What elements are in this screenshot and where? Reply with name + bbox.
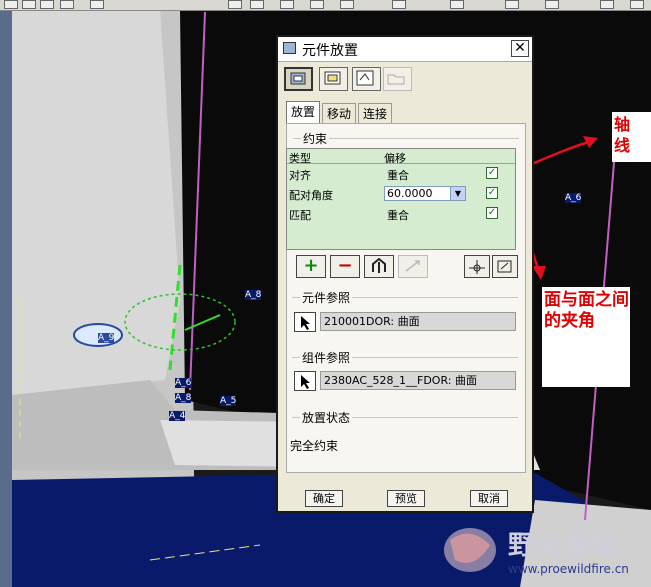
datum-axis-label: A_9 <box>98 333 115 343</box>
swap-icon <box>356 70 374 86</box>
constraint-checkbox[interactable]: ✓ <box>486 167 498 179</box>
folder-icon <box>387 74 405 85</box>
component-ref-field[interactable]: 210001DOR: 曲面 <box>320 312 516 331</box>
dialog-title: 元件放置 <box>302 43 358 59</box>
select-assembly-ref-button[interactable] <box>294 371 316 391</box>
component-ref-title: 元件参照 <box>300 289 353 306</box>
toolbar-button[interactable] <box>340 0 354 9</box>
toolbar-button[interactable] <box>630 0 644 9</box>
toolbar-button[interactable] <box>60 0 74 9</box>
watermark-logo <box>444 528 496 572</box>
constraint-type: 对齐 <box>289 169 311 182</box>
toolbar-button[interactable] <box>90 0 104 9</box>
constraint-view-button[interactable] <box>492 255 518 278</box>
constraint-tool-button[interactable] <box>464 255 490 278</box>
axis-note-text: 轴线 <box>614 115 631 155</box>
constraint-row[interactable]: 对齐 重合 ✓ <box>287 165 515 183</box>
add-constraint-button[interactable]: + <box>296 255 326 278</box>
ok-button[interactable]: 确定 <box>305 490 343 507</box>
mode-button-placement[interactable] <box>284 67 313 91</box>
toolbar-button[interactable] <box>505 0 519 9</box>
cancel-button[interactable]: 取消 <box>470 490 508 507</box>
constraint-table: 类型 偏移 对齐 重合 ✓ 配对角度 60.0000 ▼ ✓ 匹配 重合 ✓ <box>286 148 516 250</box>
toolbar-button[interactable] <box>228 0 242 9</box>
preview-button[interactable]: 预览 <box>387 490 425 507</box>
remove-constraint-button[interactable]: − <box>330 255 360 278</box>
disabled-tool-button <box>398 255 428 278</box>
constraint-row[interactable]: 匹配 重合 ✓ <box>287 205 515 223</box>
close-button[interactable]: ✕ <box>511 40 529 57</box>
mode-button-swap[interactable] <box>352 67 381 91</box>
constraint-offset: 重合 <box>387 209 409 222</box>
plus-icon: + <box>303 255 319 276</box>
assembly-ref-title: 组件参照 <box>300 349 353 366</box>
placement-icon <box>290 72 306 85</box>
toolbar-button[interactable] <box>310 0 324 9</box>
constraint-type: 配对角度 <box>289 189 333 202</box>
toolbar-button[interactable] <box>22 0 36 9</box>
dialog-titlebar[interactable]: 元件放置 ✕ <box>278 37 532 62</box>
constraint-type: 匹配 <box>289 209 311 222</box>
minus-icon: − <box>337 255 353 276</box>
component-placement-dialog: 元件放置 ✕ 放置 移动 连接 约束 类型 偏移 对齐 重合 ✓ 配对角度 60… <box>276 35 534 513</box>
constraint-checkbox[interactable]: ✓ <box>486 187 498 199</box>
chevron-down-icon[interactable]: ▼ <box>450 187 465 200</box>
flip-button[interactable] <box>364 255 394 278</box>
coordinate-icon <box>469 260 485 274</box>
datum-axis-label: A_8 <box>245 290 262 300</box>
assembly-ref-field[interactable]: 2380AC_528_1__FDOR: 曲面 <box>320 371 516 390</box>
select-component-ref-button[interactable] <box>294 312 316 332</box>
angle-note-text: 面与面之间的夹角 <box>544 290 629 331</box>
datum-axis-label: A_6 <box>175 378 192 388</box>
datum-axis-label: A_6 <box>565 193 582 203</box>
axis-note: 轴线 <box>612 112 651 162</box>
datum-axis-label: A_8 <box>175 393 192 403</box>
watermark-url: www.proewildfire.cn <box>508 562 629 576</box>
mode-button-window[interactable] <box>319 67 348 91</box>
arrow-tool-icon <box>405 260 420 272</box>
tab-connect[interactable]: 连接 <box>358 103 392 123</box>
toolbar-button[interactable] <box>4 0 18 9</box>
toolbar-button[interactable] <box>280 0 294 9</box>
toolbar-button[interactable] <box>40 0 54 9</box>
datum-axis-label: A_4 <box>169 411 186 421</box>
toolbar-button[interactable] <box>450 0 464 9</box>
window-icon <box>283 42 296 54</box>
cursor-arrow-icon <box>301 375 310 389</box>
toolbar-button[interactable] <box>600 0 614 9</box>
toolbar-button[interactable] <box>250 0 264 9</box>
mode-button-folder[interactable] <box>383 67 412 91</box>
offset-combo[interactable]: 60.0000 ▼ <box>384 186 466 201</box>
constraint-offset: 重合 <box>387 169 409 182</box>
cursor-arrow-icon <box>301 316 310 330</box>
datum-axis-label: A_5 <box>220 396 237 406</box>
constraint-row[interactable]: 配对角度 60.0000 ▼ ✓ <box>287 185 515 203</box>
offset-value: 60.0000 <box>387 187 433 200</box>
placement-status-title: 放置状态 <box>300 409 353 426</box>
tab-move[interactable]: 移动 <box>322 103 356 123</box>
toolbar-button[interactable] <box>392 0 406 9</box>
toolbar-button[interactable] <box>545 0 559 9</box>
tab-placement[interactable]: 放置 <box>286 101 320 123</box>
toolbar <box>0 0 651 11</box>
constraint-group-title: 约束 <box>301 130 330 147</box>
frame-icon <box>497 260 512 273</box>
window-mode-icon <box>324 71 341 85</box>
watermark-name: 野火论坛 <box>508 531 621 561</box>
angle-note: 面与面之间的夹角 <box>542 287 630 387</box>
placement-status-text: 完全约束 <box>290 439 339 453</box>
flip-icon <box>372 257 386 273</box>
constraint-checkbox[interactable]: ✓ <box>486 207 498 219</box>
